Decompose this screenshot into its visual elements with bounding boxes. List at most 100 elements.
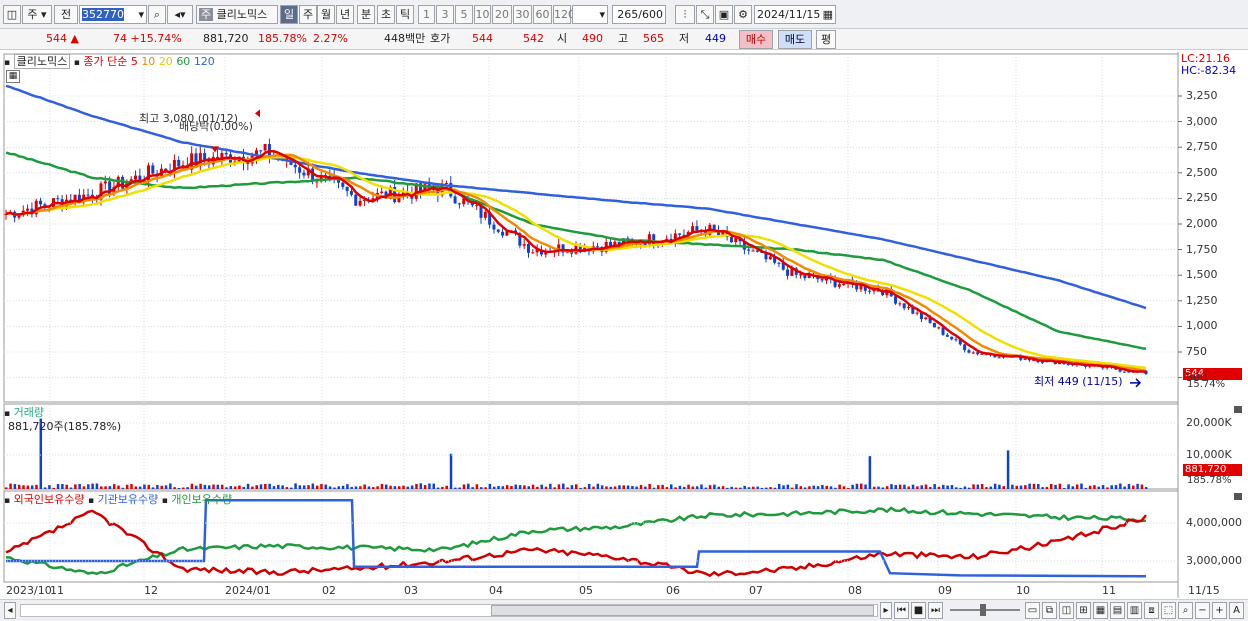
institution-holdings-legend[interactable]: 기관보유수량 (98, 493, 159, 506)
volume-bar (415, 483, 418, 489)
layout5-icon[interactable]: ▦ (1093, 602, 1108, 619)
sound-icon[interactable]: ◂▾ (167, 5, 193, 24)
interval-1-button[interactable]: 1 (418, 5, 435, 24)
layout9-icon[interactable]: ⬚ (1161, 602, 1176, 619)
ma5-legend: 5 (130, 55, 138, 68)
zoom-slider[interactable] (950, 604, 1020, 616)
volume-bar (657, 485, 660, 489)
stock-chart[interactable] (0, 52, 1248, 599)
individual-holdings-legend[interactable]: 개인보유수량 (171, 493, 232, 506)
first-page-icon[interactable]: ⏮ (894, 602, 909, 619)
chart-icon[interactable]: ◫ (3, 5, 21, 24)
buy-button[interactable]: 매수 (739, 30, 773, 49)
volume-bar (354, 486, 358, 489)
layout1-icon[interactable]: ▭ (1025, 602, 1040, 619)
volume-bar (48, 485, 51, 489)
count-field[interactable]: 265/600 (612, 5, 666, 24)
date-field[interactable]: 2024/11/15 ▦ (754, 5, 836, 24)
interval-3-button[interactable]: 3 (436, 5, 454, 24)
stock-name-field[interactable]: 주 클리노믹스 (196, 5, 278, 24)
price-candle (349, 191, 353, 195)
save-icon[interactable]: ▣ (715, 5, 733, 24)
volume-bar (100, 486, 103, 489)
layout4-icon[interactable]: ⊞ (1076, 602, 1091, 619)
volume-bar (264, 483, 267, 489)
period-0-button[interactable]: 일 (280, 5, 298, 24)
sell-button[interactable]: 매도 (778, 30, 812, 49)
last-page-icon[interactable]: ⏭ (928, 602, 943, 619)
volume-bar (320, 484, 323, 489)
volume-bar (695, 486, 699, 489)
volume-bar (389, 485, 392, 489)
volume-bar (341, 485, 345, 489)
ma20-legend: 20 (158, 55, 173, 68)
period-5-button[interactable]: 초 (377, 5, 395, 24)
volume-bar (173, 487, 176, 489)
layout2-icon[interactable]: ⧉ (1042, 602, 1057, 619)
volume-bar (160, 485, 163, 489)
price-candle (177, 159, 181, 167)
layout3-icon[interactable]: ◫ (1059, 602, 1074, 619)
scroll-left-icon[interactable]: ◂ (4, 602, 16, 619)
period-6-button[interactable]: 틱 (396, 5, 414, 24)
price-candle (444, 182, 448, 184)
gear-icon[interactable]: ⚙ (734, 5, 752, 24)
indicator-icon[interactable]: ⤡ (696, 5, 714, 24)
font-size-icon[interactable]: A (1229, 602, 1244, 619)
price-tick-label: 1,750 (1186, 242, 1218, 256)
layout8-icon[interactable]: ⧈ (1144, 602, 1159, 619)
price-candle (945, 334, 949, 337)
interval-20-button[interactable]: 20 (492, 5, 512, 24)
volume-bar (242, 486, 245, 489)
interval-10-button[interactable]: 10 (474, 5, 491, 24)
volume-bar (423, 485, 427, 489)
interval-60-button[interactable]: 60 (533, 5, 552, 24)
price-candle (302, 172, 306, 176)
volume-bar (125, 484, 129, 489)
period-main-dropdown[interactable]: 주 ▾ (22, 5, 52, 24)
period-2-button[interactable]: 월 (317, 5, 335, 24)
period-1-button[interactable]: 주 (299, 5, 317, 24)
zoom-icon[interactable]: ⌕ (1178, 602, 1193, 619)
volume-bar (112, 484, 116, 489)
period-prev-button[interactable]: 전 (54, 5, 78, 24)
candle-type-icon[interactable]: ⫶ (675, 5, 695, 24)
zoom-in-icon[interactable]: + (1212, 602, 1227, 619)
period-3-button[interactable]: 년 (336, 5, 354, 24)
search-icon[interactable]: ⌕ (148, 5, 166, 24)
code-input[interactable]: 352770 ▾ (79, 5, 147, 24)
interval-30-button[interactable]: 30 (513, 5, 532, 24)
interval-120-button[interactable]: 120 (553, 5, 575, 24)
volume-bar (1093, 485, 1096, 489)
ma60-legend: 60 (176, 55, 191, 68)
price-tick-label: 2,000 (1186, 217, 1218, 230)
scrollbar-thumb[interactable] (491, 605, 874, 616)
foreign-holdings-legend[interactable]: 외국인보유수량 (14, 493, 85, 506)
layout7-icon[interactable]: ▥ (1127, 602, 1142, 619)
table-icon[interactable]: ▦ (6, 70, 20, 83)
interval-custom-dropdown[interactable]: ▾ (572, 5, 608, 24)
volume-bar (1127, 484, 1131, 489)
price-legend-name[interactable]: 클리노믹스 (13, 54, 71, 69)
price-tick-label: 2,250 (1186, 191, 1218, 205)
eval-button[interactable]: 평 (816, 30, 836, 49)
volume-bar (22, 485, 25, 489)
volume-tick-label: 10,000K (1186, 448, 1232, 461)
zoom-slider-handle[interactable] (980, 604, 986, 616)
period-4-button[interactable]: 분 (357, 5, 375, 24)
price-candle (747, 249, 751, 251)
layout6-icon[interactable]: ▤ (1110, 602, 1125, 619)
stop-icon[interactable]: ■ (911, 602, 926, 619)
horizontal-scrollbar[interactable] (20, 604, 878, 617)
volume-bar (147, 484, 150, 489)
zoom-out-icon[interactable]: − (1195, 602, 1210, 619)
volume-bar (631, 486, 634, 489)
calendar-icon[interactable]: ▦ (823, 6, 835, 23)
price-candle (924, 317, 928, 320)
scroll-right-icon[interactable]: ▸ (880, 602, 892, 619)
x-tick-label: 10 (1016, 584, 1030, 597)
interval-5-button[interactable]: 5 (455, 5, 473, 24)
toolbar: ◫ 주 ▾ 전 352770 ▾ ⌕ ◂▾ 주 클리노믹스 일주월년분초틱 135… (0, 0, 1248, 29)
high-label: 고 (618, 32, 629, 45)
count-value: 265 (617, 8, 639, 21)
